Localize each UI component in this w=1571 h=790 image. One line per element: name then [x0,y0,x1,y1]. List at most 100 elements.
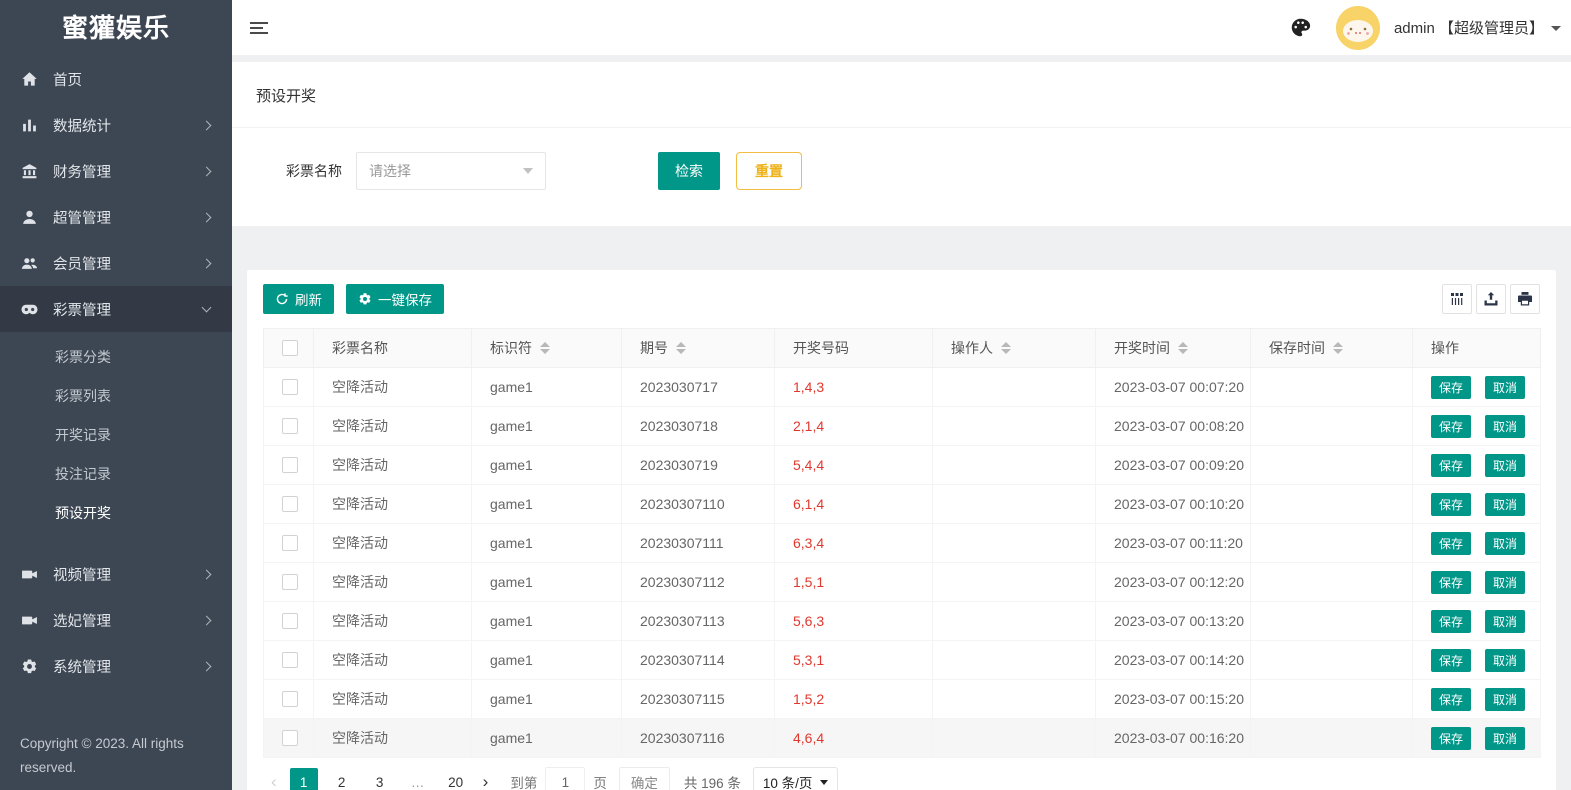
row-checkbox[interactable] [282,691,298,707]
draw-time-cell: 2023-03-07 00:16:20 [1096,719,1251,758]
sort-icon[interactable] [540,342,550,354]
table-header-cell[interactable]: 保存时间 [1251,329,1413,368]
sidebar-subitem-draw-records[interactable]: 开奖记录 [0,416,232,455]
cancel-button[interactable]: 取消 [1485,649,1525,672]
actions-cell: 保存取消 [1413,641,1541,680]
table-header-cell[interactable]: 操作人 [933,329,1096,368]
data-table: 彩票名称标识符期号开奖号码操作人开奖时间保存时间操作 空降活动game12023… [263,328,1541,758]
save-time-cell [1251,446,1413,485]
page-number-3[interactable]: 3 [366,768,394,790]
row-checkbox[interactable] [282,496,298,512]
draw-time-cell: 2023-03-07 00:15:20 [1096,680,1251,719]
filter-row: 彩票名称 请选择 检索 重置 [232,128,1571,226]
cancel-button[interactable]: 取消 [1485,571,1525,594]
save-button[interactable]: 保存 [1431,376,1471,399]
sidebar-item-lottery[interactable]: 彩票管理 [0,286,232,332]
row-checkbox[interactable] [282,652,298,668]
table-row: 空降活动game1202303071151,5,22023-03-07 00:1… [264,680,1541,719]
page-number-1[interactable]: 1 [290,768,318,790]
batch-save-label: 一键保存 [378,289,432,309]
table-header-cell[interactable]: 期号 [622,329,775,368]
sidebar-item-members[interactable]: 会员管理 [0,240,232,286]
export-button[interactable] [1476,284,1506,314]
save-button[interactable]: 保存 [1431,454,1471,477]
save-button[interactable]: 保存 [1431,649,1471,672]
page-size-select[interactable]: 10 条/页 [753,767,839,790]
sidebar-subitem-preset-draw[interactable]: 预设开奖 [0,494,232,533]
cancel-button[interactable]: 取消 [1485,493,1525,516]
user-menu[interactable]: admin 【超级管理员】 [1394,17,1561,38]
sidebar-subitem-bet-records[interactable]: 投注记录 [0,455,232,494]
save-button[interactable]: 保存 [1431,610,1471,633]
cancel-button[interactable]: 取消 [1485,610,1525,633]
cancel-button[interactable]: 取消 [1485,415,1525,438]
save-time-cell [1251,641,1413,680]
identifier-cell: game1 [472,407,622,446]
save-time-cell [1251,602,1413,641]
sidebar-item-label: 彩票管理 [53,299,203,320]
operator-cell [933,524,1096,563]
page-number-20[interactable]: 20 [442,768,470,790]
filter-columns-button[interactable] [1442,284,1472,314]
menu-toggle-icon[interactable] [250,19,270,37]
goto-confirm-button[interactable]: 确定 [619,767,670,790]
row-checkbox[interactable] [282,379,298,395]
column-header-label: 彩票名称 [332,338,388,358]
operator-cell [933,719,1096,758]
save-button[interactable]: 保存 [1431,727,1471,750]
next-page-icon[interactable]: › [475,772,497,790]
avatar[interactable] [1336,6,1380,50]
search-button[interactable]: 检索 [658,152,720,190]
table-header-cell[interactable]: 标识符 [472,329,622,368]
save-button[interactable]: 保存 [1431,493,1471,516]
row-checkbox[interactable] [282,457,298,473]
reset-button[interactable]: 重置 [736,152,802,190]
sidebar-subitem-lottery-list[interactable]: 彩票列表 [0,377,232,416]
row-checkbox-cell [264,641,314,680]
save-button[interactable]: 保存 [1431,532,1471,555]
save-button[interactable]: 保存 [1431,415,1471,438]
print-button[interactable] [1510,284,1540,314]
sidebar-item-admin[interactable]: 超管管理 [0,194,232,240]
row-checkbox[interactable] [282,574,298,590]
home-icon [20,70,38,88]
sidebar-item-home[interactable]: 首页 [0,56,232,102]
cancel-button[interactable]: 取消 [1485,688,1525,711]
row-checkbox[interactable] [282,730,298,746]
table-header-cell[interactable]: 开奖时间 [1096,329,1251,368]
sidebar-item-stats[interactable]: 数据统计 [0,102,232,148]
lottery-name-select[interactable]: 请选择 [356,152,546,190]
refresh-button[interactable]: 刷新 [263,284,334,314]
row-checkbox[interactable] [282,535,298,551]
page-number-2[interactable]: 2 [328,768,356,790]
issue-cell: 20230307115 [622,680,775,719]
sort-icon[interactable] [1178,342,1188,354]
row-checkbox[interactable] [282,613,298,629]
theme-palette-icon[interactable] [1288,15,1314,41]
save-button[interactable]: 保存 [1431,571,1471,594]
lottery-name-cell: 空降活动 [314,485,472,524]
table-header-cell: 开奖号码 [775,329,933,368]
sort-icon[interactable] [676,342,686,354]
row-checkbox-cell [264,680,314,719]
cancel-button[interactable]: 取消 [1485,532,1525,555]
sidebar-item-system[interactable]: 系统管理 [0,643,232,689]
sidebar-item-concubine[interactable]: 选妃管理 [0,597,232,643]
select-all-checkbox[interactable] [282,340,298,356]
cancel-button[interactable]: 取消 [1485,727,1525,750]
sort-icon[interactable] [1001,342,1011,354]
cancel-button[interactable]: 取消 [1485,376,1525,399]
operator-cell [933,680,1096,719]
save-button[interactable]: 保存 [1431,688,1471,711]
page-content: 预设开奖 彩票名称 请选择 检索 重置 刷新 一 [232,55,1571,790]
cancel-button[interactable]: 取消 [1485,454,1525,477]
batch-save-button[interactable]: 一键保存 [346,284,444,314]
sidebar-item-finance[interactable]: 财务管理 [0,148,232,194]
draw-numbers-cell: 2,1,4 [775,407,933,446]
sidebar-subitem-lottery-category[interactable]: 彩票分类 [0,338,232,377]
operator-cell [933,641,1096,680]
sort-icon[interactable] [1333,342,1343,354]
goto-page-input[interactable] [545,767,585,790]
sidebar-item-video[interactable]: 视频管理 [0,551,232,597]
row-checkbox[interactable] [282,418,298,434]
